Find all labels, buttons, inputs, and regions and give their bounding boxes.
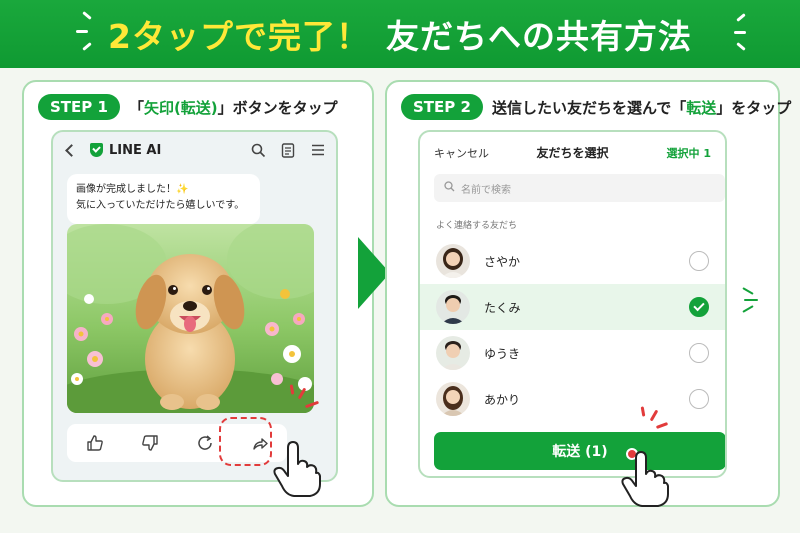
step2-instruction: 送信したい友だちを選んで「転送」をタップ [492, 97, 791, 118]
select-radio[interactable] [689, 389, 709, 409]
message-line: 画像が完成しました！✨ [76, 184, 189, 195]
refresh-icon[interactable] [191, 429, 219, 457]
sparkle-mark [82, 11, 92, 20]
shield-icon [90, 143, 103, 157]
message-line: 気に入っていただけたら嬉しいです。 [76, 200, 245, 211]
banner-title: 2タップで完了！ 友だちへの共有方法 [108, 10, 692, 58]
note-icon[interactable] [280, 142, 296, 158]
friend-name: たくみ [484, 300, 521, 315]
forward-send-button[interactable]: 転送 (1) [434, 432, 725, 470]
pointing-hand-icon [273, 441, 321, 497]
select-radio[interactable] [689, 343, 709, 363]
friend-name: さやか [484, 254, 521, 269]
select-radio[interactable] [689, 251, 709, 271]
friend-name: ゆうき [484, 346, 521, 361]
title-banner: 2タップで完了！ 友だちへの共有方法 [0, 0, 800, 68]
banner-title-sub: 友だちへの共有方法 [385, 17, 692, 56]
menu-icon[interactable] [310, 142, 326, 158]
friend-select-screen: キャンセル 友だちを選択 選択中 1 名前で検索 よく連絡する友だち さやか た… [418, 130, 727, 478]
step1-text-post: 」ボタンをタップ [217, 98, 338, 117]
sparkle-mark [82, 42, 92, 51]
sparkle-mark [736, 13, 746, 22]
avatar [436, 336, 470, 370]
back-icon[interactable] [65, 143, 78, 157]
share-button-highlight [219, 417, 272, 466]
step1-text-pre: 「 [128, 98, 144, 117]
thumbs-down-icon[interactable] [136, 429, 164, 457]
friend-name: あかり [484, 392, 521, 407]
select-radio-checked[interactable] [689, 297, 709, 317]
section-label: よく連絡する友だち [436, 221, 518, 231]
thumbs-up-icon[interactable] [81, 429, 109, 457]
step1-text-highlight: 矢印(転送) [143, 98, 218, 117]
sparkle-mark [734, 31, 746, 34]
sparkle-mark [76, 30, 88, 33]
friend-row[interactable]: あかり [420, 376, 725, 422]
step2-badge: STEP 2 [401, 94, 483, 120]
step2-text-post: 」をタップ [716, 98, 792, 117]
search-input[interactable]: 名前で検索 [434, 174, 725, 202]
friend-row-selected[interactable]: たくみ [420, 284, 725, 330]
pointing-hand-icon [621, 451, 669, 507]
friend-row[interactable]: さやか [420, 238, 725, 284]
avatar [436, 244, 470, 278]
search-placeholder: 名前で検索 [461, 184, 511, 196]
sparkle-mark [736, 42, 746, 51]
chat-header: LINE AI [53, 132, 336, 168]
banner-title-main: 2タップで完了！ [108, 17, 370, 56]
step1-header: STEP 1 「矢印(転送)」ボタンをタップ [38, 94, 338, 120]
ai-message-bubble: 画像が完成しました！✨ 気に入っていただけたら嬉しいです。 [67, 174, 260, 224]
avatar [436, 290, 470, 324]
step1-badge: STEP 1 [38, 94, 120, 120]
step2-header: STEP 2 送信したい友だちを選んで「転送」をタップ [401, 94, 791, 120]
selected-count: 選択中 1 [666, 147, 711, 160]
chat-screen: LINE AI 画像が完成しました！✨ 気に入っていただけたら嬉しいです。 [51, 130, 338, 482]
app-title: LINE AI [109, 142, 162, 158]
avatar [436, 382, 470, 416]
generated-puppy-image[interactable] [67, 224, 314, 413]
search-icon [444, 181, 455, 195]
step2-text-highlight: 転送 [686, 98, 717, 117]
emphasis-mark [744, 299, 758, 301]
step2-text-pre: 送信したい友だちを選んで「 [491, 98, 687, 117]
step2-panel: STEP 2 送信したい友だちを選んで「転送」をタップ キャンセル 友だちを選択… [385, 80, 791, 507]
step1-instruction: 「矢印(転送)」ボタンをタップ [129, 97, 338, 118]
friend-row[interactable]: ゆうき [420, 330, 725, 376]
search-icon[interactable] [250, 142, 266, 158]
